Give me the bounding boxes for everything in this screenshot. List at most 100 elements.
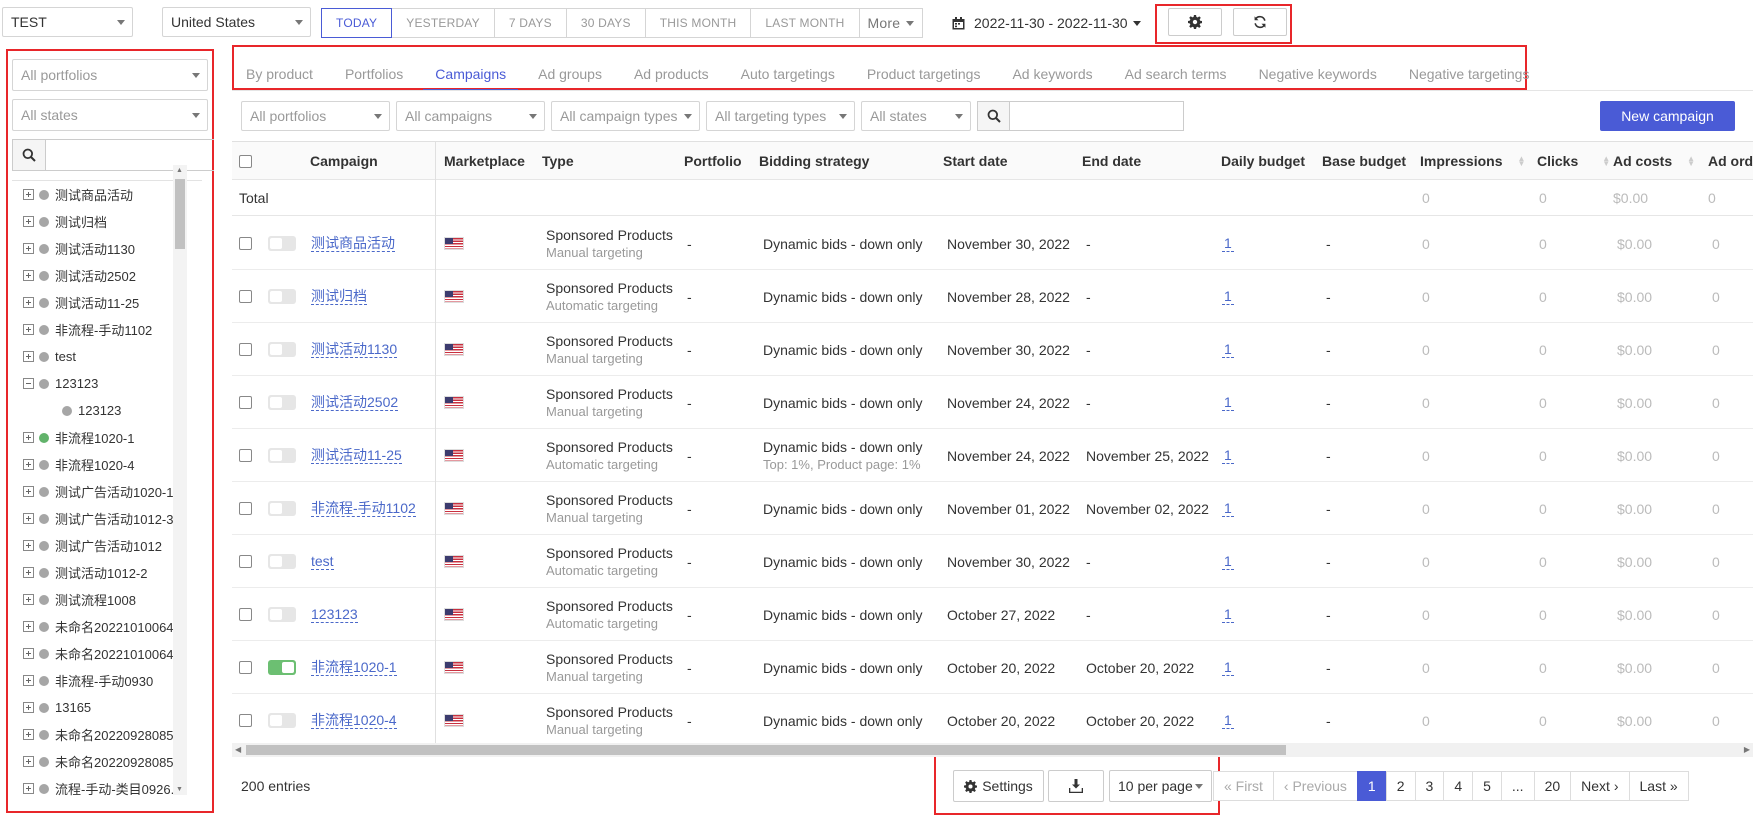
sidebar-state-filter[interactable]: All states [12,99,208,131]
daily-budget-link[interactable]: 1 [1222,394,1234,411]
campaign-name-link[interactable]: test [311,553,334,570]
tree-item[interactable]: 13165 [12,694,200,721]
campaign-state-toggle[interactable] [268,395,296,410]
daily-budget-link[interactable]: 1 [1222,500,1234,517]
scroll-down-arrow[interactable]: ▼ [176,786,183,793]
refresh-button[interactable] [1233,8,1287,36]
expand-icon[interactable] [23,243,34,254]
date-7days-button[interactable]: 7 DAYS [495,9,567,37]
page-button[interactable]: Next › [1570,771,1630,801]
tree-item[interactable]: 未命名20220928085... [12,748,200,775]
download-button[interactable] [1048,770,1104,802]
tab-ad-products[interactable]: Ad products [618,57,725,91]
header-clicks[interactable]: Clicks ▲ ▼ [1537,142,1610,180]
tree-item[interactable]: 测试归档 [12,208,200,235]
date-30days-button[interactable]: 30 DAYS [567,9,646,37]
tree-item[interactable]: 测试广告活动1020-1 [12,478,200,505]
per-page-select[interactable]: 10 per page [1109,770,1212,802]
expand-icon[interactable] [23,486,34,497]
campaign-name-link[interactable]: 测试归档 [311,288,367,305]
sidebar-search-input[interactable] [46,139,214,171]
filter-campaign-types[interactable]: All campaign types [551,101,700,131]
sidebar-scrollbar[interactable]: ▲ ▼ [173,165,187,795]
scroll-right-arrow[interactable]: ▶ [1744,745,1750,754]
tab-by-product[interactable]: By product [240,57,329,91]
header-impressions[interactable]: Impressions ▲ ▼ [1420,142,1525,180]
sidebar-search-button[interactable] [12,139,46,171]
tree-item[interactable]: 流程-手动-类目0926... [12,775,200,802]
expand-icon[interactable] [23,297,34,308]
row-checkbox[interactable] [239,502,252,515]
campaign-state-toggle[interactable] [268,713,296,728]
row-checkbox[interactable] [239,608,252,621]
campaign-name-link[interactable]: 测试活动11-25 [311,447,402,464]
header-ad-costs[interactable]: Ad costs ▲ ▼ [1613,142,1695,180]
campaign-search-button[interactable] [977,101,1010,131]
tab-product-targetings[interactable]: Product targetings [851,57,997,91]
daily-budget-link[interactable]: 1 [1222,341,1234,358]
tab-negative-keywords[interactable]: Negative keywords [1243,57,1393,91]
expand-icon[interactable] [23,432,34,443]
tab-campaigns[interactable]: Campaigns [419,57,522,91]
expand-icon[interactable] [23,189,34,200]
daily-budget-link[interactable]: 1 [1222,288,1234,305]
campaign-state-toggle[interactable] [268,448,296,463]
sidebar-scroll-thumb[interactable] [175,179,185,249]
row-checkbox[interactable] [239,343,252,356]
campaign-name-link[interactable]: 非流程-手动1102 [311,500,416,517]
campaign-name-link[interactable]: 非流程1020-1 [311,659,397,676]
table-scroll-thumb[interactable] [246,745,1286,755]
campaign-name-link[interactable]: 测试活动1130 [311,341,398,358]
new-campaign-button[interactable]: New campaign [1600,101,1735,131]
tab-portfolios[interactable]: Portfolios [329,57,419,91]
expand-icon[interactable] [23,540,34,551]
daily-budget-link[interactable]: 1 [1222,553,1234,570]
tree-item[interactable]: 非流程1020-1 [12,424,200,451]
tab-negative-targetings[interactable]: Negative targetings [1393,57,1546,91]
row-checkbox[interactable] [239,290,252,303]
campaign-name-link[interactable]: 测试活动2502 [311,394,399,411]
table-horizontal-scrollbar[interactable]: ◀ ▶ [232,743,1753,757]
expand-icon[interactable] [23,216,34,227]
expand-icon[interactable] [23,621,34,632]
header-start-date[interactable]: Start date [943,142,1008,180]
expand-icon[interactable] [23,459,34,470]
date-last-month-button[interactable]: LAST MONTH [751,9,860,37]
header-end-date[interactable]: End date [1082,142,1141,180]
expand-icon[interactable] [23,756,34,767]
filter-portfolios[interactable]: All portfolios [241,101,390,131]
header-marketplace[interactable]: Marketplace [444,142,525,180]
expand-icon[interactable] [23,324,34,335]
row-checkbox[interactable] [239,661,252,674]
tree-item[interactable]: 测试广告活动1012 [12,532,200,559]
date-yesterday-button[interactable]: YESTERDAY [392,9,495,37]
tree-item[interactable]: test [12,343,200,370]
tree-item[interactable]: 非流程-手动0930 [12,667,200,694]
expand-icon[interactable] [23,594,34,605]
page-button[interactable]: « First [1213,771,1274,801]
collapse-icon[interactable] [23,378,34,389]
daily-budget-link[interactable]: 1 [1222,659,1234,676]
tab-auto-targetings[interactable]: Auto targetings [725,57,851,91]
tree-item[interactable]: 未命名20220928085... [12,721,200,748]
campaign-name-link[interactable]: 测试商品活动 [311,235,395,252]
tab-ad-search-terms[interactable]: Ad search terms [1109,57,1243,91]
campaign-name-link[interactable]: 非流程1020-4 [311,712,397,729]
tree-item[interactable]: 未命名20221010064... [12,640,200,667]
expand-icon[interactable] [23,567,34,578]
tree-item[interactable]: 测试活动1130 [12,235,200,262]
row-checkbox[interactable] [239,555,252,568]
country-select[interactable]: United States [162,7,311,37]
page-button[interactable]: 5 [1472,771,1502,801]
date-range-picker[interactable]: 2022-11-30 - 2022-11-30 [952,8,1141,38]
settings-button[interactable] [1168,8,1222,36]
expand-icon[interactable] [23,675,34,686]
expand-icon[interactable] [23,702,34,713]
expand-icon[interactable] [23,648,34,659]
daily-budget-link[interactable]: 1 [1222,447,1234,464]
date-today-button[interactable]: TODAY [321,8,393,38]
page-button[interactable]: 20 [1533,771,1572,801]
campaign-state-toggle[interactable] [268,607,296,622]
campaign-state-toggle[interactable] [268,236,296,251]
campaign-state-toggle[interactable] [268,501,296,516]
